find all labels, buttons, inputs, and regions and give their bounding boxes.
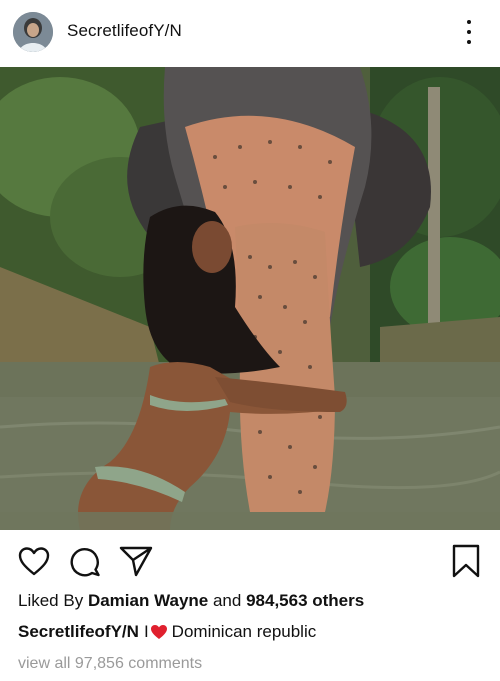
speech-bubble-icon[interactable] [69, 545, 101, 577]
avatar-image [13, 12, 53, 52]
likes-conjunction: and [212, 591, 242, 610]
post-username[interactable]: SecretlifeofY/N [67, 21, 182, 41]
caption-text-before: I [143, 622, 149, 641]
instagram-post: SecretlifeofY/N Liked By Damian Wayne an… [0, 0, 500, 681]
view-all-comments-link[interactable]: view all 97,856 comments [18, 655, 202, 673]
post-caption: SecretlifeofY/N I Dominican republic [18, 622, 316, 642]
profile-avatar[interactable] [13, 12, 53, 52]
likes-prefix: Liked By [18, 591, 84, 610]
more-options-icon[interactable] [458, 18, 480, 46]
likes-summary[interactable]: Liked By Damian Wayne and 984,563 others [18, 591, 364, 611]
paper-plane-icon[interactable] [119, 545, 153, 577]
elephant-photo [0, 67, 500, 530]
likes-count[interactable]: 984,563 others [246, 591, 364, 610]
liked-by-user[interactable]: Damian Wayne [88, 591, 208, 610]
red-heart-emoji-icon [150, 625, 167, 639]
bookmark-icon[interactable] [451, 544, 481, 578]
caption-username[interactable]: SecretlifeofY/N [18, 622, 139, 642]
post-header: SecretlifeofY/N [0, 0, 500, 66]
heart-outline-icon[interactable] [18, 546, 50, 576]
post-image[interactable] [0, 67, 500, 530]
caption-text-after: Dominican republic [171, 622, 317, 641]
